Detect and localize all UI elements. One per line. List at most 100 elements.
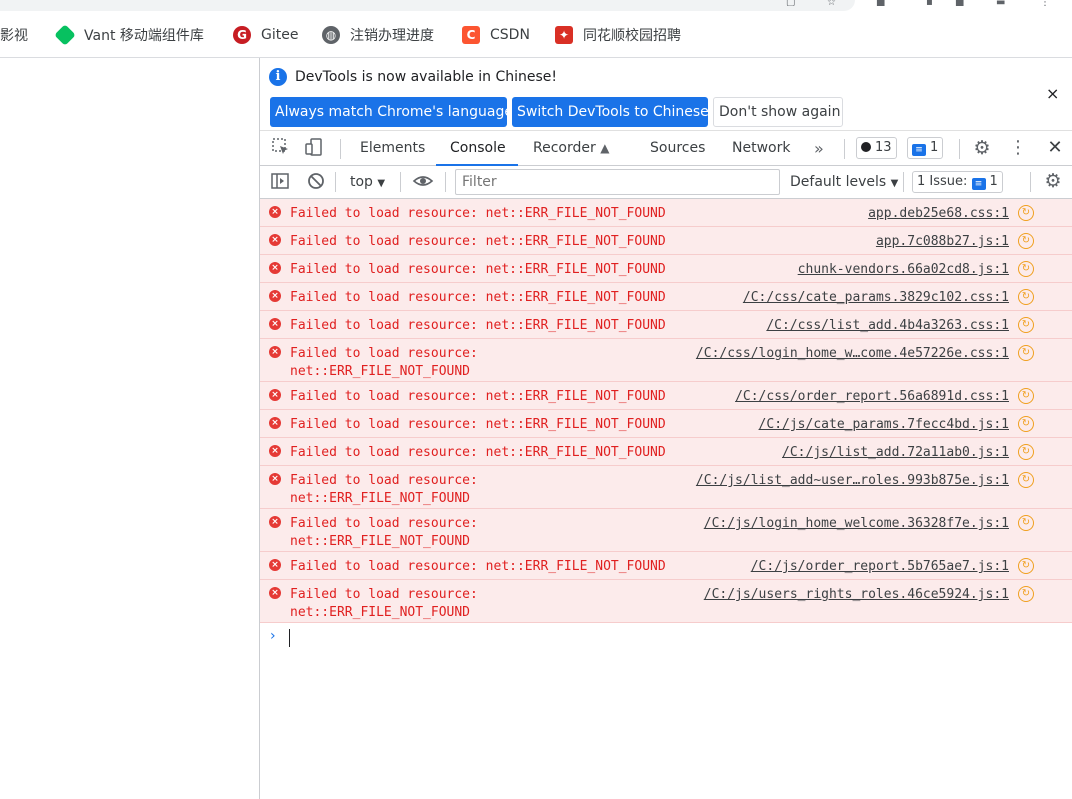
tab-sources[interactable]: Sources — [650, 131, 705, 166]
extensions-icon[interactable]: ■ — [876, 0, 885, 6]
live-expression-eye-icon[interactable] — [411, 171, 435, 193]
separator — [335, 172, 336, 192]
share-icon[interactable]: ▢ — [786, 0, 795, 6]
error-icon: × — [269, 445, 281, 457]
bookmark-item[interactable]: G Gitee — [233, 12, 298, 57]
source-link[interactable]: /C:/js/users_rights_roles.46ce5924.js:1 — [704, 586, 1009, 604]
console-error-row[interactable]: × Failed to load resource: net::ERR_FILE_… — [260, 382, 1072, 410]
network-request-icon[interactable]: ↻ — [1018, 317, 1034, 333]
error-message: Failed to load resource: net::ERR_FILE_N… — [290, 559, 666, 574]
source-link[interactable]: app.deb25e68.css:1 — [868, 205, 1009, 223]
source-link[interactable]: app.7c088b27.js:1 — [876, 233, 1009, 251]
tab-elements[interactable]: Elements — [360, 131, 425, 166]
bookmark-label: Gitee — [261, 26, 299, 43]
network-request-icon[interactable]: ↻ — [1018, 388, 1034, 404]
source-link[interactable]: /C:/js/list_add~user…roles.993b875e.js:1 — [696, 472, 1009, 490]
console-error-row[interactable]: × Failed to load resource: net::ERR_FILE_… — [260, 339, 1072, 382]
tab-console[interactable]: Console — [436, 131, 518, 166]
source-link[interactable]: /C:/js/order_report.5b765ae7.js:1 — [751, 558, 1009, 576]
issue-icon: ≡ — [971, 178, 986, 190]
console-error-row[interactable]: × Failed to load resource: net::ERR_FILE_… — [260, 552, 1072, 580]
separator — [400, 172, 401, 192]
console-error-row[interactable]: × Failed to load resource: net::ERR_FILE_… — [260, 283, 1072, 311]
bookmark-star-icon[interactable]: ☆ — [827, 0, 836, 6]
globe-icon: ◍ — [322, 25, 340, 44]
settings-gear-icon[interactable]: ⚙ — [970, 137, 994, 159]
extension-icon[interactable]: ▪ — [926, 0, 933, 6]
source-link[interactable]: /C:/js/list_add.72a11ab0.js:1 — [782, 444, 1009, 462]
clear-console-icon[interactable] — [304, 171, 328, 193]
address-bar[interactable] — [0, 0, 855, 11]
bookmark-item[interactable]: ◍ 注销办理进度 — [322, 12, 434, 57]
more-options-icon[interactable]: ⋮ — [1006, 137, 1030, 159]
network-request-icon[interactable]: ↻ — [1018, 205, 1034, 221]
match-language-button[interactable]: Always match Chrome's language — [270, 97, 513, 127]
error-icon: × — [269, 234, 281, 246]
network-request-icon[interactable]: ↻ — [1018, 289, 1034, 305]
profile-extension-icon[interactable]: ■ — [955, 0, 964, 6]
error-message: Failed to load resource: net::ERR_FILE_N… — [290, 262, 666, 277]
errors-counter[interactable]: 13 — [856, 137, 897, 159]
context-selector[interactable]: top ▼ — [350, 166, 385, 198]
error-message: Failed to load resource: net::ERR_FILE_N… — [290, 318, 666, 333]
switch-to-chinese-button[interactable]: Switch DevTools to Chinese — [512, 97, 709, 127]
console-settings-gear-icon[interactable]: ⚙ — [1041, 170, 1065, 192]
dont-show-again-button[interactable]: Don't show again — [713, 97, 843, 127]
console-prompt-icon: › — [270, 628, 276, 644]
console-error-row[interactable]: × Failed to load resource: net::ERR_FILE_… — [260, 255, 1072, 283]
source-link[interactable]: /C:/css/cate_params.3829c102.css:1 — [743, 289, 1009, 307]
menu-icon[interactable]: ⋮ — [1040, 0, 1050, 6]
source-link[interactable]: /C:/css/order_report.56a6891d.css:1 — [735, 388, 1009, 406]
separator — [903, 172, 904, 192]
network-request-icon[interactable]: ↻ — [1018, 586, 1034, 602]
console-error-row[interactable]: × Failed to load resource: net::ERR_FILE_… — [260, 410, 1072, 438]
bookmark-item[interactable]: ✦ 同花顺校园招聘 — [555, 12, 681, 57]
gitee-icon: G — [233, 25, 251, 44]
inspect-element-icon[interactable] — [269, 137, 293, 159]
console-error-row[interactable]: × Failed to load resource: net::ERR_FILE_… — [260, 438, 1072, 466]
log-levels-dropdown[interactable]: Default levels ▼ — [790, 166, 898, 198]
error-icon: × — [269, 290, 281, 302]
more-tabs-icon[interactable]: » — [814, 131, 824, 166]
console-error-row[interactable]: × Failed to load resource: net::ERR_FILE_… — [260, 580, 1072, 623]
network-request-icon[interactable]: ↻ — [1018, 261, 1034, 277]
bookmarks-bar: 蝴蝶影视 Vant 移动端组件库 G Gitee ◍ 注销办理进度 C CSDN… — [0, 12, 1072, 58]
network-request-icon[interactable]: ↻ — [1018, 444, 1034, 460]
error-icon: × — [269, 559, 281, 571]
error-message: Failed to load resource: net::ERR_FILE_N… — [290, 445, 666, 460]
error-message: Failed to load resource: net::ERR_FILE_N… — [290, 473, 478, 506]
source-link[interactable]: /C:/css/login_home_w…come.4e57226e.css:1 — [696, 345, 1009, 363]
source-link[interactable]: /C:/js/login_home_welcome.36328f7e.js:1 — [704, 515, 1009, 533]
device-toolbar-icon[interactable] — [302, 137, 326, 159]
infobar-close-icon[interactable]: × — [1046, 84, 1059, 103]
source-link[interactable]: /C:/js/cate_params.7fecc4bd.js:1 — [759, 416, 1009, 434]
console-error-row[interactable]: × Failed to load resource: net::ERR_FILE_… — [260, 466, 1072, 509]
sidebar-toggle-icon[interactable] — [268, 171, 292, 193]
source-link[interactable]: /C:/css/list_add.4b4a3263.css:1 — [766, 317, 1009, 335]
avatar[interactable]: ▬ — [996, 0, 1005, 6]
network-request-icon[interactable]: ↻ — [1018, 345, 1034, 361]
console-error-row[interactable]: × Failed to load resource: net::ERR_FILE_… — [260, 311, 1072, 339]
console-input-caret[interactable] — [289, 629, 290, 647]
console-error-row[interactable]: × Failed to load resource: net::ERR_FILE_… — [260, 509, 1072, 552]
network-request-icon[interactable]: ↻ — [1018, 558, 1034, 574]
error-icon: × — [269, 206, 281, 218]
network-request-icon[interactable]: ↻ — [1018, 416, 1034, 432]
tab-network[interactable]: Network — [732, 131, 790, 166]
bookmark-item[interactable]: 蝴蝶影视 — [0, 12, 28, 57]
console-error-row[interactable]: × Failed to load resource: net::ERR_FILE_… — [260, 199, 1072, 227]
tab-recorder[interactable]: Recorder ▲ — [533, 131, 609, 166]
close-devtools-icon[interactable]: ✕ — [1043, 137, 1067, 159]
bookmark-item[interactable]: Vant 移动端组件库 — [54, 12, 204, 57]
console-error-row[interactable]: × Failed to load resource: net::ERR_FILE_… — [260, 227, 1072, 255]
network-request-icon[interactable]: ↻ — [1018, 472, 1034, 488]
bookmark-item[interactable]: C CSDN — [462, 12, 530, 57]
network-request-icon[interactable]: ↻ — [1018, 233, 1034, 249]
filter-input[interactable] — [455, 169, 780, 195]
console-toolbar: top ▼ Default levels ▼ 1 Issue: ≡1 ⚙ — [260, 166, 1072, 199]
issues-button[interactable]: 1 Issue: ≡ 1 — [912, 171, 1003, 193]
messages-counter[interactable]: ≡ 1 — [907, 137, 944, 159]
language-infobar: i DevTools is now available in Chinese! … — [260, 58, 1072, 130]
network-request-icon[interactable]: ↻ — [1018, 515, 1034, 531]
source-link[interactable]: chunk-vendors.66a02cd8.js:1 — [798, 261, 1009, 279]
